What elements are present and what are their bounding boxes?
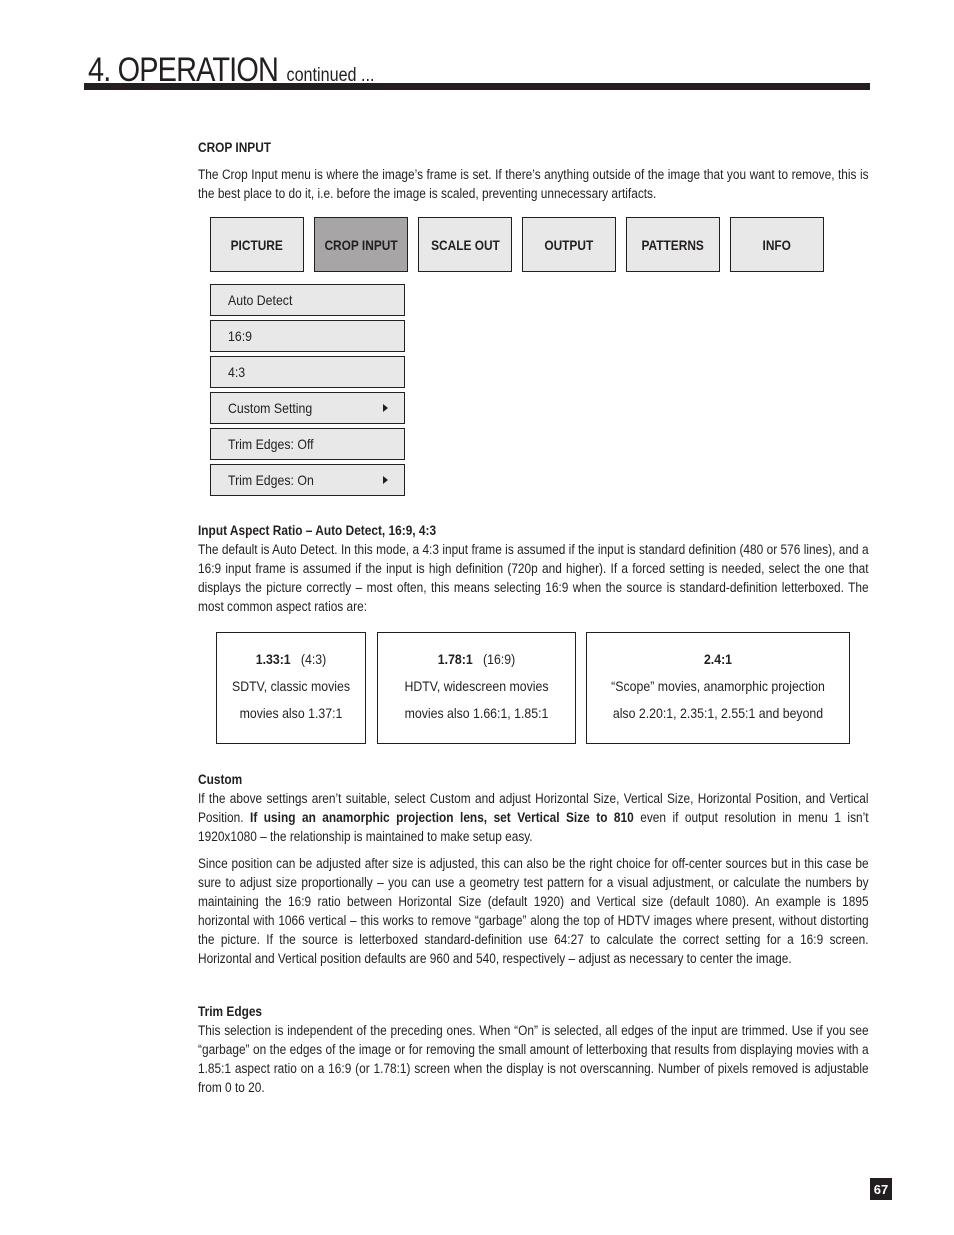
ratio-use: “Scope” movies, anamorphic projection xyxy=(611,678,825,694)
ratio-also: movies also 1.66:1, 1.85:1 xyxy=(404,705,549,721)
tab-patterns[interactable]: PATTERNS xyxy=(626,217,720,272)
aspect-ratio-body: The default is Auto Detect. In this mode… xyxy=(198,542,869,614)
tab-info[interactable]: INFO xyxy=(730,217,824,272)
tab-scale-out[interactable]: SCALE OUT xyxy=(418,217,512,272)
ratio-alt: (4:3) xyxy=(300,651,327,667)
menu-item-trim-edges-on[interactable]: Trim Edges: On xyxy=(210,464,405,496)
menu-item-label: 4:3 xyxy=(228,364,246,380)
ratio-use: HDTV, widescreen movies xyxy=(404,678,549,694)
menu-item-label: Trim Edges: On xyxy=(228,472,314,488)
ratio-box-1-78: 1.78:1 (16:9) HDTV, widescreen movies mo… xyxy=(377,632,576,744)
ratio-box-1-33: 1.33:1 (4:3) SDTV, classic movies movies… xyxy=(216,632,366,744)
custom-paragraph-1: If the above settings aren’t suitable, s… xyxy=(198,789,869,846)
ratio-use: SDTV, classic movies xyxy=(231,678,350,694)
ratio-box-2-4: 2.4:1 “Scope” movies, anamorphic project… xyxy=(586,632,850,744)
menu-item-16-9[interactable]: 16:9 xyxy=(210,320,405,352)
tab-crop-input[interactable]: CROP INPUT xyxy=(314,217,408,272)
tab-label: CROP INPUT xyxy=(324,236,398,253)
aspect-ratio-heading: Input Aspect Ratio – Auto Detect, 16:9, … xyxy=(198,523,437,538)
ratio-value: 1.78:1 xyxy=(437,651,473,667)
menu-item-auto-detect[interactable]: Auto Detect xyxy=(210,284,405,316)
submenu-arrow-icon xyxy=(383,476,388,484)
custom-bold-note: If using an anamorphic projection lens, … xyxy=(250,810,634,825)
ratio-value: 2.4:1 xyxy=(703,651,733,667)
crop-input-submenu: Auto Detect 16:9 4:3 Custom Setting Trim… xyxy=(210,284,405,500)
ratio-value: 1.33:1 xyxy=(255,651,291,667)
ratio-alt: (16:9) xyxy=(483,651,516,667)
menu-item-4-3[interactable]: 4:3 xyxy=(210,356,405,388)
submenu-arrow-icon xyxy=(383,404,388,412)
tab-label: INFO xyxy=(762,236,792,253)
menu-item-label: Trim Edges: Off xyxy=(228,436,314,452)
menu-item-custom-setting[interactable]: Custom Setting xyxy=(210,392,405,424)
ratio-also: movies also 1.37:1 xyxy=(239,705,343,721)
crop-input-intro: The Crop Input menu is where the image’s… xyxy=(198,167,869,201)
tab-picture[interactable]: PICTURE xyxy=(210,217,304,272)
tab-label: OUTPUT xyxy=(544,236,594,253)
custom-paragraph-2: Since position can be adjusted after siz… xyxy=(198,856,869,966)
menu-item-label: 16:9 xyxy=(228,328,252,344)
menu-item-label: Auto Detect xyxy=(228,292,293,308)
trim-edges-heading: Trim Edges xyxy=(198,1004,263,1019)
tab-output[interactable]: OUTPUT xyxy=(522,217,616,272)
tab-label: PICTURE xyxy=(230,236,284,253)
ratio-also: also 2.20:1, 2.35:1, 2.55:1 and beyond xyxy=(612,705,824,721)
trim-edges-body: This selection is independent of the pre… xyxy=(198,1023,869,1095)
menu-item-trim-edges-off[interactable]: Trim Edges: Off xyxy=(210,428,405,460)
custom-heading: Custom xyxy=(198,772,243,787)
menu-item-label: Custom Setting xyxy=(228,400,313,416)
header-rule xyxy=(84,83,870,90)
tab-label: SCALE OUT xyxy=(430,236,500,253)
crop-input-heading: CROP INPUT xyxy=(198,140,272,155)
menu-tabs: PICTURE CROP INPUT SCALE OUT OUTPUT PATT… xyxy=(210,217,824,272)
page-number: 67 xyxy=(870,1178,892,1200)
tab-label: PATTERNS xyxy=(641,236,705,253)
